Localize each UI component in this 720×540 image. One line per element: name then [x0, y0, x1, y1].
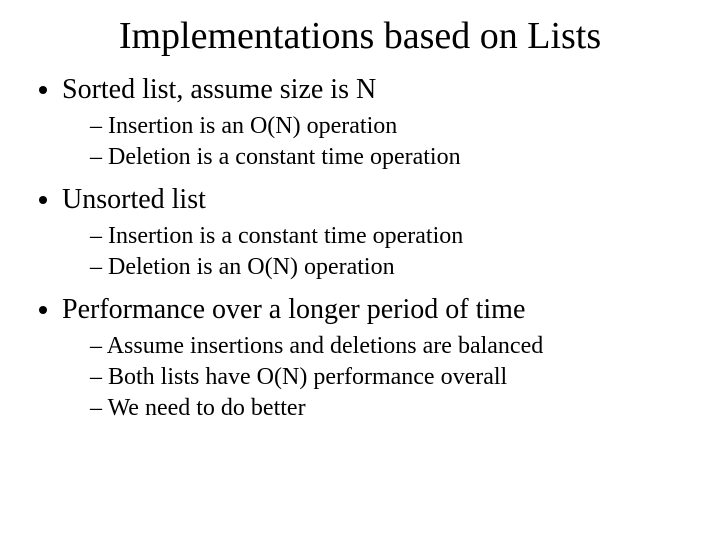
- sub-item: Deletion is a constant time operation: [90, 142, 690, 172]
- sub-item: Assume insertions and deletions are bala…: [90, 331, 690, 361]
- slide: Implementations based on Lists Sorted li…: [0, 0, 720, 453]
- bullet-text: Sorted list, assume size is N: [62, 74, 376, 105]
- list-item: Performance over a longer period of time…: [62, 292, 690, 423]
- sub-item: Deletion is an O(N) operation: [90, 252, 690, 282]
- sub-list: Assume insertions and deletions are bala…: [62, 331, 690, 423]
- bullet-text: Performance over a longer period of time: [62, 294, 525, 325]
- list-item: Sorted list, assume size is N Insertion …: [62, 72, 690, 172]
- list-item: Unsorted list Insertion is a constant ti…: [62, 182, 690, 282]
- sub-item: We need to do better: [90, 393, 690, 423]
- bullet-text: Unsorted list: [62, 184, 206, 215]
- sub-item: Insertion is a constant time operation: [90, 221, 690, 251]
- sub-item: Both lists have O(N) performance overall: [90, 362, 690, 392]
- sub-item: Insertion is an O(N) operation: [90, 111, 690, 141]
- bullet-list: Sorted list, assume size is N Insertion …: [30, 72, 690, 423]
- sub-list: Insertion is a constant time operation D…: [62, 221, 690, 282]
- slide-title: Implementations based on Lists: [30, 14, 690, 58]
- sub-list: Insertion is an O(N) operation Deletion …: [62, 111, 690, 172]
